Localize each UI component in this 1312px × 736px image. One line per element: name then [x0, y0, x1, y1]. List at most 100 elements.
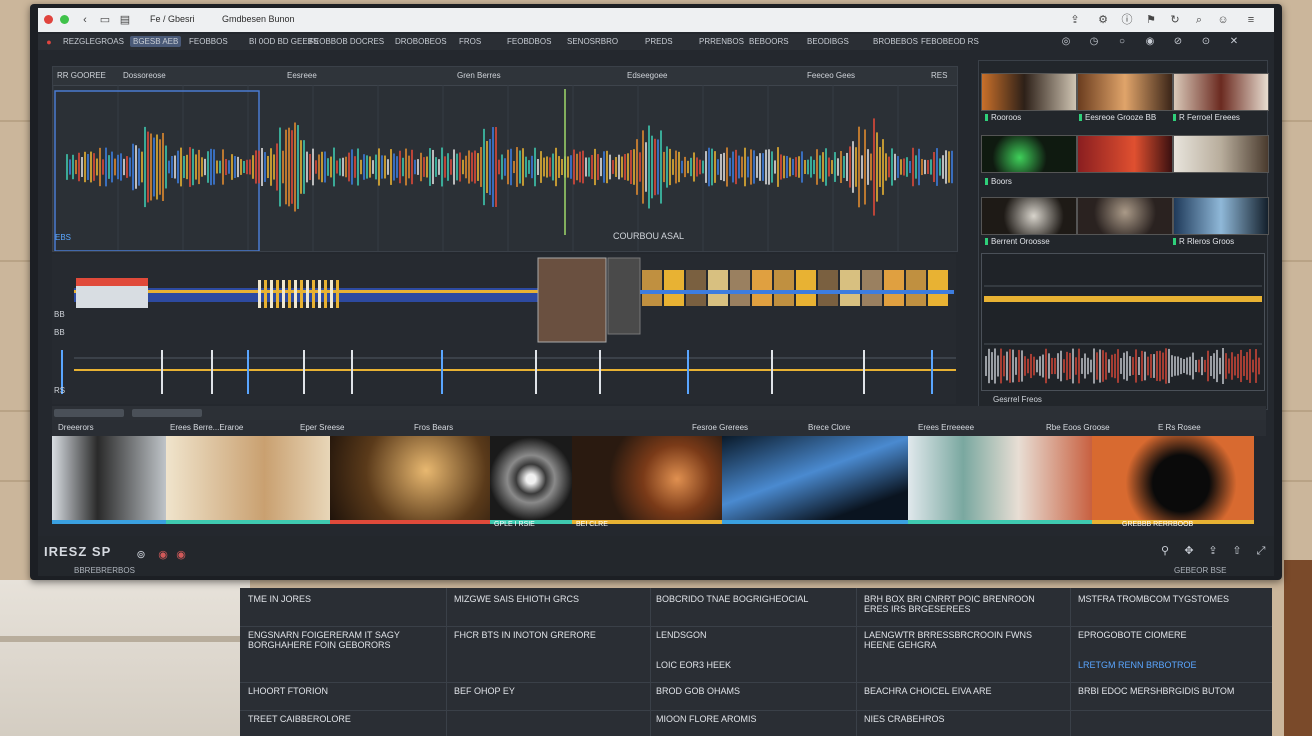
- filmstrip-header: Dreeerors Erees Berre...Eraroe Eper Sreese…: [52, 420, 1266, 436]
- close-panel-icon[interactable]: ✕: [1228, 36, 1240, 48]
- filmstrip-scrollbar[interactable]: [52, 406, 1266, 420]
- clip-header[interactable]: Eper Sreese: [300, 423, 344, 432]
- circle-icon[interactable]: ○: [1116, 36, 1128, 48]
- table-cell: LHOORT FTORION: [248, 686, 329, 696]
- record-toggle-icon[interactable]: ◉: [156, 548, 170, 562]
- audio-waveform[interactable]: [53, 85, 957, 251]
- clip-header[interactable]: Dreeerors: [58, 423, 94, 432]
- toolbar-item[interactable]: FROS: [456, 36, 484, 47]
- track-lanes-graphic[interactable]: [52, 254, 956, 404]
- lock-icon[interactable]: ⊘: [1172, 36, 1184, 48]
- table-cell: NIES CRABEHROS: [864, 714, 945, 724]
- video-clip[interactable]: [52, 436, 166, 524]
- info-icon[interactable]: ⓘ: [1120, 13, 1134, 27]
- toolbar-item[interactable]: BGESB AEB: [130, 36, 182, 47]
- preview-audio-meter: [984, 285, 1262, 384]
- view-grid-icon[interactable]: ◎: [1060, 36, 1072, 48]
- back-arrow-icon[interactable]: ‹: [78, 13, 92, 27]
- bookmark-icon[interactable]: ⚑: [1144, 13, 1158, 27]
- clip-header[interactable]: Fesroe Grerees: [692, 423, 748, 432]
- media-label: Berrent Oroosse: [985, 237, 1050, 246]
- video-clip[interactable]: BEI CLRE: [572, 436, 722, 528]
- media-label: R Rleros Groos: [1173, 237, 1234, 246]
- table-cell[interactable]: LRETGM RENN BRBOTROE: [1078, 660, 1264, 670]
- media-thumbnail[interactable]: [1077, 135, 1173, 173]
- desk-edge: [0, 636, 250, 642]
- mic-icon[interactable]: ⚲: [1158, 544, 1172, 558]
- toolbar-item[interactable]: FEOBDBOS: [504, 36, 554, 47]
- media-thumbnail[interactable]: [981, 197, 1077, 235]
- toolbar-item[interactable]: FEOBBOS: [186, 36, 231, 47]
- toolbar-item[interactable]: FEBOBEOD RS: [918, 36, 982, 47]
- record-icon[interactable]: ●: [42, 35, 56, 49]
- video-clip[interactable]: [330, 436, 490, 524]
- clock-icon[interactable]: ◷: [1088, 36, 1100, 48]
- toolbar-item[interactable]: BEODIBGS: [804, 36, 852, 47]
- effects-icon[interactable]: ✥: [1182, 544, 1196, 558]
- info-table: TME IN JORES MIZGWE SAIS EHIOTH GRCS BOBCR…: [240, 588, 1272, 736]
- toolbar-item[interactable]: BROBEBOS: [870, 36, 921, 47]
- media-thumbnail[interactable]: [1173, 73, 1269, 111]
- toolbar-item[interactable]: PRRENBOS: [696, 36, 747, 47]
- clip-header[interactable]: Fros Bears: [414, 423, 453, 432]
- media-label: Rooroos: [985, 113, 1021, 122]
- media-thumbnail[interactable]: [1077, 197, 1173, 235]
- media-thumbnail[interactable]: [981, 135, 1077, 173]
- sidebar-toggle-icon[interactable]: ▭: [98, 13, 112, 27]
- table-cell: BRH BOX BRI CNRRT POIC BRENROON ERES IRS…: [864, 594, 1035, 614]
- video-clip[interactable]: [908, 436, 1092, 524]
- toolbar-item[interactable]: BEBOORS: [746, 36, 792, 47]
- waveform-clip-label: COURBOU ASAL: [613, 231, 685, 241]
- clip-header[interactable]: Brece Clore: [808, 423, 850, 432]
- waveform-panel: RR GOOREE Dossoreose Eesreee Gren Berres Eds…: [52, 66, 958, 252]
- zoom-slider[interactable]: [132, 409, 202, 417]
- video-clip[interactable]: GPLE I RSIE: [490, 436, 572, 528]
- clip-tag: GREBBB RERRBOOB: [1122, 521, 1194, 528]
- table-cell: LAENGWTR BRRESSBRCROOIN FWNS HEENE GEHGR…: [864, 630, 1033, 650]
- media-thumbnail[interactable]: [1077, 73, 1173, 111]
- clip-header[interactable]: Erees Berre...Eraroe: [170, 423, 243, 432]
- refresh-icon[interactable]: ↻: [1168, 13, 1182, 27]
- maximize-window-button[interactable]: [60, 15, 69, 24]
- clip-tag: BEI CLRE: [576, 521, 608, 528]
- clip-header[interactable]: E Rs Rosee: [1158, 423, 1201, 432]
- toolbar-item[interactable]: FEOBBOB DOCRES: [306, 36, 387, 47]
- close-window-button[interactable]: [44, 15, 53, 24]
- clip-header[interactable]: Erees Erreeeee: [918, 423, 974, 432]
- share-icon[interactable]: ⇪: [1068, 13, 1082, 27]
- scroll-thumb[interactable]: [54, 409, 124, 417]
- media-thumbnail[interactable]: [981, 73, 1077, 111]
- eye-icon[interactable]: ◉: [1144, 36, 1156, 48]
- video-clip[interactable]: GREBBB RERRBOOB: [1092, 436, 1254, 528]
- menu-icon[interactable]: ≡: [1244, 13, 1258, 27]
- record-toggle-icon[interactable]: ◉: [174, 548, 188, 562]
- folder-icon[interactable]: ▤: [118, 13, 132, 27]
- timeline-tracks[interactable]: BB BB RS: [52, 254, 956, 404]
- media-thumbnail[interactable]: [1173, 135, 1269, 173]
- media-control-icon[interactable]: ⊚: [134, 548, 148, 562]
- user-icon[interactable]: ☺: [1216, 13, 1230, 27]
- table-cell: FHCR BTS IN INOTON GRERORE: [454, 630, 596, 640]
- target-icon[interactable]: ⊙: [1200, 36, 1212, 48]
- monitor: ‹ ▭ ▤ Fe / Gbesri Gmdbesen Bunon ⇪ ⚙ ⓘ ⚑…: [30, 4, 1282, 580]
- search-icon[interactable]: ⌕: [1192, 13, 1206, 27]
- video-clip[interactable]: [722, 436, 908, 524]
- table-cell: MIOON FLORE AROMIS: [656, 714, 757, 724]
- toolbar-item[interactable]: DROBOBEOS: [392, 36, 450, 47]
- upload-icon[interactable]: ⇧: [1230, 544, 1244, 558]
- clip-header[interactable]: Rbe Eoos Groose: [1046, 423, 1110, 432]
- toolbar-item[interactable]: REZGLEGROAS: [60, 36, 127, 47]
- table-cell: LOIC EOR3 HEEK: [656, 660, 732, 670]
- preview-monitor[interactable]: [981, 253, 1265, 391]
- media-thumbnail[interactable]: [1173, 197, 1269, 235]
- toolbar-item[interactable]: SENOSRBRO: [564, 36, 621, 47]
- main-toolbar: ● REZGLEGROAS BGESB AEB FEOBBOS BI 0OD BD G…: [38, 34, 979, 50]
- settings-icon[interactable]: ⚙: [1096, 13, 1110, 27]
- media-label: R Ferroel Ereees: [1173, 113, 1240, 122]
- clip-tag: GPLE I RSIE: [494, 521, 535, 528]
- video-clip[interactable]: [166, 436, 330, 524]
- export-icon[interactable]: ⇪: [1206, 544, 1220, 558]
- footer-status: BBREBRERBOS: [74, 566, 135, 575]
- fullscreen-icon[interactable]: ⤢: [1254, 544, 1268, 558]
- toolbar-item[interactable]: PREDS: [642, 36, 676, 47]
